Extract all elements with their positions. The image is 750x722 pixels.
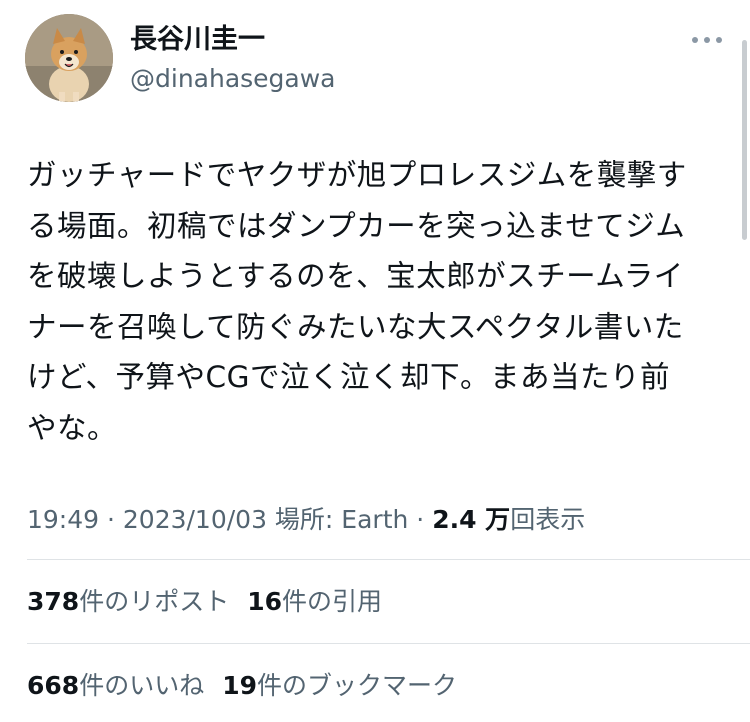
stats-row-likes: 668件のいいね 19件のブックマーク <box>27 666 475 706</box>
likes-count: 668 <box>27 671 80 700</box>
bookmarks-count: 19 <box>222 671 257 700</box>
views-count: 2.4 万 <box>432 505 511 534</box>
likes-stat[interactable]: 668件のいいね <box>27 666 204 706</box>
tweet-text-line: ガッチャードでヤクザが旭プロレスジムを襲撃す <box>27 158 687 192</box>
tweet-text-line: る場面。初稿ではダンプカーを突っ込ませてジム <box>27 208 686 243</box>
author-display-name[interactable]: 長谷川圭一 <box>130 22 336 58</box>
avatar[interactable] <box>25 14 113 102</box>
author-handle[interactable]: @dinahasegawa <box>130 62 336 96</box>
tweet-meta: 19:49 · 2023/10/03 場所: Earth · 2.4 万回表示 <box>27 500 585 540</box>
tweet-text-line: けど、予算やCGで泣く泣く却下。まあ当たり前 <box>27 360 670 394</box>
more-options-button[interactable] <box>692 30 722 50</box>
meta-separator: · <box>99 505 123 534</box>
author-block: 長谷川圭一 @dinahasegawa <box>130 22 336 96</box>
tweet-card: 長谷川圭一 @dinahasegawa ガッチャードでヤクザが旭プロレスジムを襲… <box>0 0 750 722</box>
tweet-text-line: ナーを召喚して防ぐみたいな大スペクタル書いた <box>27 309 684 344</box>
tweet-text-line: やな。 <box>27 410 118 445</box>
divider <box>27 643 750 644</box>
reposts-count: 378 <box>27 587 80 616</box>
shiba-dog-icon <box>25 14 113 102</box>
quotes-count: 16 <box>247 587 282 616</box>
more-horizontal-icon <box>692 37 698 43</box>
tweet-date[interactable]: 2023/10/03 <box>123 505 267 534</box>
reposts-stat[interactable]: 378件のリポスト <box>27 582 229 622</box>
tweet-location: 場所: Earth <box>266 505 409 534</box>
reposts-label: 件のリポスト <box>79 587 230 616</box>
bookmarks-stat[interactable]: 19件のブックマーク <box>222 666 457 706</box>
views-label: 回表示 <box>510 505 586 534</box>
bookmarks-label: 件のブックマーク <box>257 671 458 700</box>
meta-separator: · <box>408 505 433 534</box>
scrollbar[interactable] <box>742 40 747 240</box>
more-horizontal-icon-dot <box>716 37 722 43</box>
quotes-stat[interactable]: 16件の引用 <box>247 582 382 622</box>
tweet-time[interactable]: 19:49 <box>27 505 99 534</box>
quotes-label: 件の引用 <box>282 587 383 616</box>
likes-label: 件のいいね <box>79 671 205 700</box>
tweet-text: ガッチャードでヤクザが旭プロレスジムを襲撃す る場面。初稿ではダンプカーを突っ込… <box>27 150 727 453</box>
more-horizontal-icon-dot <box>704 37 710 43</box>
divider <box>27 559 750 560</box>
stats-row-reposts: 378件のリポスト 16件の引用 <box>27 582 400 622</box>
tweet-text-line: を破壊しようとするのを、宝太郎がスチームライ <box>27 259 684 293</box>
